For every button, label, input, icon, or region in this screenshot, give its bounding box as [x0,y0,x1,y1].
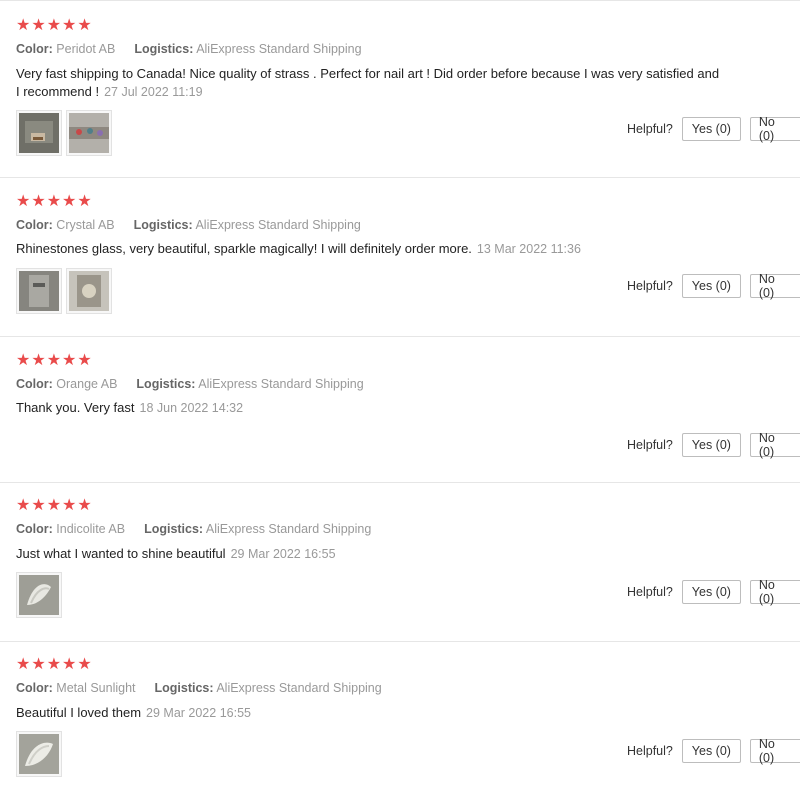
logistics-label: Logistics: [144,522,204,536]
rating-stars: ★★★★★ [16,193,93,210]
logistics-value: AliExpress Standard Shipping [205,522,372,536]
review-date: 29 Mar 2022 16:55 [146,706,251,720]
logistics-label: Logistics: [133,218,193,232]
review-text: Very fast shipping to Canada! Nice quali… [16,65,721,101]
photo-image [69,271,109,311]
photo-image [19,734,59,774]
logistics-value: AliExpress Standard Shipping [216,681,382,695]
review-meta: Color: Peridot AB Logistics: AliExpress … [16,41,362,57]
color-value: Peridot AB [56,42,116,56]
helpful-section: Helpful? Yes (0) No (0) [627,272,800,300]
review-photos [16,268,112,314]
review-photo[interactable] [66,268,112,314]
review-photos [16,731,62,777]
rating-stars: ★★★★★ [16,352,93,369]
helpful-label: Helpful? [627,438,673,452]
review-text: Just what I wanted to shine beautiful 29 … [16,545,736,563]
review-meta: Color: Orange AB Logistics: AliExpress S… [16,376,364,392]
color-value: Orange AB [56,377,118,391]
helpful-section: Helpful? Yes (0) No (0) [627,737,800,765]
helpful-no-button[interactable]: No (0) [749,578,800,606]
review-date: 29 Mar 2022 16:55 [230,547,336,561]
rating-stars: ★★★★★ [16,656,93,673]
review-item: ★★★★★ Color: Orange AB Logistics: AliExp… [0,337,800,483]
helpful-yes-button[interactable]: Yes (0) [681,433,741,457]
logistics-label: Logistics: [134,42,194,56]
rating-stars: ★★★★★ [16,17,93,34]
helpful-yes-button[interactable]: Yes (0) [681,117,741,141]
review-text: Rhinestones glass, very beautiful, spark… [16,240,736,258]
color-label: Color: [16,377,53,391]
review-photo[interactable] [66,110,112,156]
review-body: Rhinestones glass, very beautiful, spark… [16,241,472,256]
review-meta: Color: Crystal AB Logistics: AliExpress … [16,217,361,233]
helpful-yes-button[interactable]: Yes (0) [681,274,741,298]
review-text: Thank you. Very fast 18 Jun 2022 14:32 [16,399,736,417]
helpful-yes-button[interactable]: Yes (0) [681,739,741,763]
review-item: ★★★★★ Color: Crystal AB Logistics: AliEx… [0,178,800,337]
helpful-no-button[interactable]: No (0) [749,737,800,765]
logistics-value: AliExpress Standard Shipping [198,377,364,391]
review-item: ★★★★★ Color: Metal Sunlight Logistics: A… [0,642,800,800]
helpful-yes-button[interactable]: Yes (0) [681,580,741,604]
color-value: Metal Sunlight [56,681,136,695]
photo-image [69,113,109,153]
review-text: Beautiful I loved them 29 Mar 2022 16:55 [16,704,736,722]
logistics-label: Logistics: [136,377,196,391]
color-label: Color: [16,681,53,695]
color-label: Color: [16,218,53,232]
helpful-section: Helpful? Yes (0) No (0) [627,115,800,143]
review-item: ★★★★★ Color: Indicolite AB Logistics: Al… [0,483,800,642]
color-value: Indicolite AB [56,522,126,536]
helpful-section: Helpful? Yes (0) No (0) [627,578,800,606]
logistics-value: AliExpress Standard Shipping [196,42,362,56]
rating-stars: ★★★★★ [16,497,93,514]
helpful-label: Helpful? [627,279,673,293]
logistics-value: AliExpress Standard Shipping [195,218,361,232]
photo-image [19,575,59,615]
review-body: Just what I wanted to shine beautiful [16,546,226,561]
helpful-no-button[interactable]: No (0) [749,115,800,143]
review-photo[interactable] [16,572,62,618]
helpful-no-button[interactable]: No (0) [749,431,800,459]
review-date: 13 Mar 2022 11:36 [476,242,581,256]
color-label: Color: [16,42,53,56]
helpful-label: Helpful? [627,585,673,599]
helpful-label: Helpful? [627,122,673,136]
review-photo[interactable] [16,268,62,314]
helpful-label: Helpful? [627,744,673,758]
photo-image [19,113,59,153]
color-value: Crystal AB [56,218,115,232]
review-photos [16,110,112,156]
review-item: ★★★★★ Color: Peridot AB Logistics: AliEx… [0,0,800,178]
review-body: Thank you. Very fast [16,400,135,415]
review-photos [16,572,62,618]
review-body: Beautiful I loved them [16,705,142,720]
review-meta: Color: Indicolite AB Logistics: AliExpre… [16,521,371,537]
logistics-label: Logistics: [154,681,214,695]
helpful-no-button[interactable]: No (0) [749,272,800,300]
photo-image [19,271,59,311]
review-photo[interactable] [16,110,62,156]
review-photo[interactable] [16,731,62,777]
color-label: Color: [16,522,53,536]
helpful-section: Helpful? Yes (0) No (0) [627,431,800,459]
review-meta: Color: Metal Sunlight Logistics: AliExpr… [16,680,382,696]
review-date: 27 Jul 2022 11:19 [104,85,203,99]
review-date: 18 Jun 2022 14:32 [139,401,244,415]
